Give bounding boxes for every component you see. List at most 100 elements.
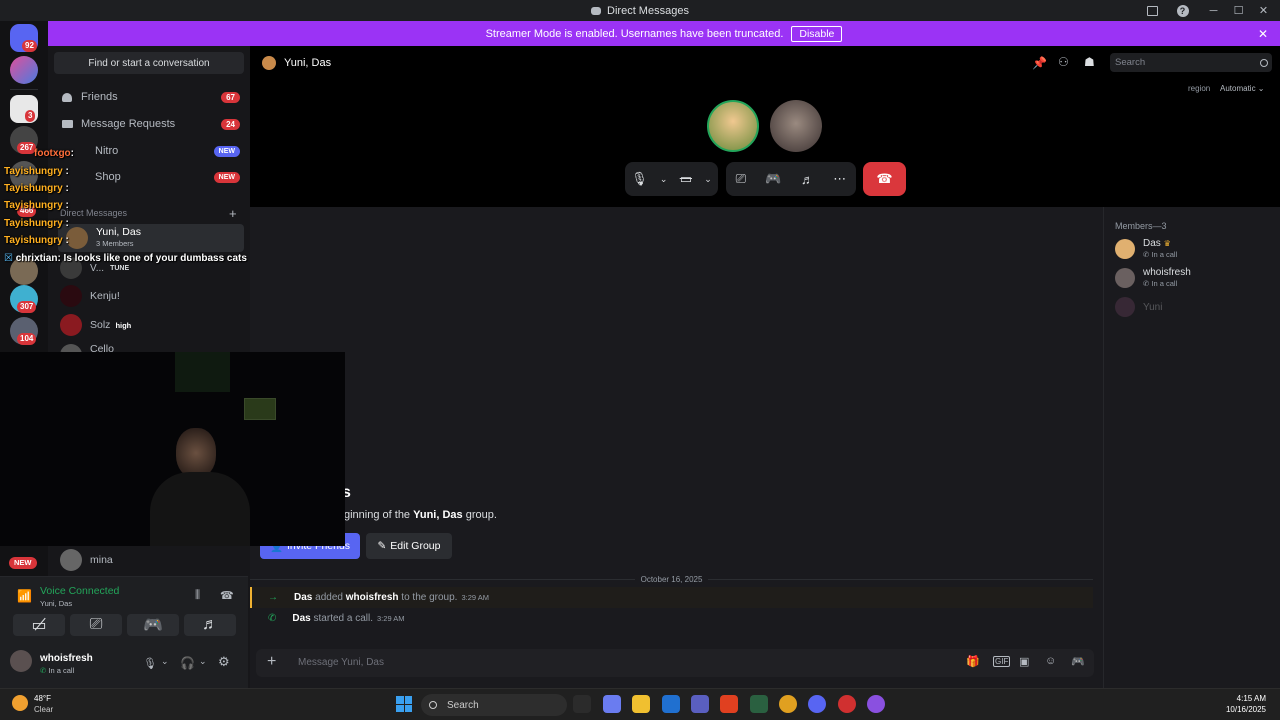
avatar <box>60 314 82 336</box>
server-icon[interactable] <box>10 56 38 84</box>
app-icon[interactable] <box>867 695 885 713</box>
windows-start-icon[interactable] <box>396 696 412 712</box>
title-bar: Direct Messages ? ─ ☐ ✕ <box>0 0 1280 21</box>
teams-icon[interactable] <box>691 695 709 713</box>
app-icon[interactable] <box>750 695 768 713</box>
webcam-background <box>175 352 230 392</box>
disable-button[interactable]: Disable <box>791 25 843 42</box>
inbox-icon[interactable] <box>1140 0 1165 21</box>
create-dm-icon[interactable]: + <box>229 206 237 221</box>
arrow-right-icon: → <box>268 592 278 603</box>
message-actor[interactable]: Das <box>292 613 310 624</box>
voice-channel[interactable]: Yuni, Das <box>40 599 72 608</box>
chevron-down-icon[interactable]: ⌄ <box>660 174 668 185</box>
participant-avatar[interactable] <box>770 100 822 152</box>
chrome-icon[interactable] <box>838 695 856 713</box>
task-view-icon[interactable] <box>573 695 591 713</box>
minimize-button[interactable]: ─ <box>1201 0 1226 21</box>
search-input[interactable]: Search <box>1110 53 1272 72</box>
screen-share-icon[interactable]: ⎚ <box>736 171 746 187</box>
envelope-icon <box>60 117 74 131</box>
nav-message-requests[interactable]: Message Requests 24 <box>60 113 240 135</box>
gift-icon[interactable]: 🎁 <box>966 655 980 668</box>
overlay-user: Tayishungry <box>4 166 63 177</box>
discord-taskbar-icon[interactable] <box>808 695 826 713</box>
hangup-icon: ☎ <box>876 171 893 186</box>
maximize-button[interactable]: ☐ <box>1226 0 1251 21</box>
member-item[interactable]: Das ♛ ✆ In a call <box>1115 236 1177 262</box>
member-status-text: In a call <box>1151 250 1178 259</box>
emoji-icon[interactable]: ☺ <box>1045 655 1056 667</box>
member-item[interactable]: Yuni <box>1115 294 1162 320</box>
chevron-down-icon[interactable]: ⌄ <box>704 174 712 185</box>
pin-icon[interactable]: 📌 <box>1032 56 1047 70</box>
dm-item-group[interactable]: Yuni, Das 3 Members <box>58 224 244 252</box>
soundboard-icon[interactable]: ♬ <box>801 172 814 187</box>
voice-status[interactable]: Voice Connected <box>40 585 119 597</box>
microphone-icon[interactable]: 🎙 <box>143 657 157 670</box>
message-input[interactable]: + Message Yuni, Das 🎁 GIF ▣ ☺ 🎮 <box>256 649 1094 677</box>
weather-desc[interactable]: Clear <box>34 705 53 714</box>
message-actor[interactable]: Das <box>294 592 312 603</box>
taskbar-search[interactable]: Search <box>421 694 567 716</box>
clock-time: 4:15 AM <box>1236 694 1266 703</box>
dm-item[interactable]: Cello <box>58 340 244 352</box>
intro-group: Yuni, Das <box>413 509 463 521</box>
microphone-icon[interactable]: 🎙 <box>631 171 648 187</box>
banner-text: Streamer Mode is enabled. Usernames have… <box>485 27 784 40</box>
user-avatar[interactable] <box>10 650 32 672</box>
weather-temp[interactable]: 48°F <box>34 694 51 703</box>
chrome-icon[interactable] <box>779 695 797 713</box>
nav-nitro[interactable]: Nitro NEW <box>60 140 240 162</box>
member-name: Das ♛ <box>1143 238 1177 249</box>
overlay-user: Tayishungry <box>4 218 63 229</box>
attach-icon[interactable]: + <box>267 653 276 671</box>
gif-icon[interactable]: GIF <box>993 656 1011 667</box>
camera-off-icon[interactable]: ▭ <box>680 171 692 187</box>
chevron-down-icon[interactable]: ⌄ <box>199 656 207 667</box>
member-item[interactable]: whoisfresh ✆ In a call <box>1115 265 1191 291</box>
more-icon[interactable]: ⋯ <box>833 171 846 187</box>
copilot-icon[interactable] <box>603 695 621 713</box>
overlay-user: chrixtian <box>15 253 58 264</box>
clock[interactable]: 4:15 AM 10/16/2025 <box>1226 693 1266 715</box>
region-select[interactable]: Automatic ⌄ <box>1220 84 1265 93</box>
weather-icon[interactable] <box>12 695 28 711</box>
overlay-text: : <box>65 235 69 246</box>
participant-avatar[interactable] <box>707 100 759 152</box>
noise-suppression-icon[interactable]: ⫼ <box>195 589 200 602</box>
screen-share-button[interactable]: ⎚ <box>70 614 122 636</box>
banner-close-icon[interactable]: ✕ <box>1258 27 1268 41</box>
file-explorer-icon[interactable] <box>632 695 650 713</box>
disconnect-button[interactable]: ☎ <box>863 162 906 196</box>
member-status: ✆ In a call <box>1143 279 1178 288</box>
edit-group-button[interactable]: ✎ Edit Group <box>366 533 452 559</box>
brave-icon[interactable] <box>720 695 738 713</box>
member-list-icon[interactable]: ☗ <box>1084 55 1095 69</box>
settings-gear-icon[interactable]: ⚙ <box>218 654 230 670</box>
add-friend-icon[interactable]: ⚇ <box>1058 55 1069 69</box>
chevron-down-icon[interactable]: ⌄ <box>161 656 169 667</box>
message-target[interactable]: whoisfresh <box>346 592 399 603</box>
nav-shop[interactable]: Shop NEW <box>60 166 240 188</box>
user-name[interactable]: whoisfresh <box>40 653 93 664</box>
apps-icon[interactable]: 🎮 <box>1071 655 1085 668</box>
disconnect-icon[interactable]: ☎ <box>220 589 234 602</box>
headphones-icon[interactable]: 🎧 <box>180 656 195 670</box>
region-value: Automatic <box>1220 84 1256 93</box>
dm-item[interactable]: Solz high <box>58 311 244 339</box>
activities-icon[interactable]: 🎮 <box>765 171 781 187</box>
soundboard-button[interactable]: ♬ <box>184 614 236 636</box>
dm-item[interactable]: mina <box>58 546 244 574</box>
find-conversation-button[interactable]: Find or start a conversation <box>54 52 244 74</box>
activity-button[interactable]: 🎮 <box>127 614 179 636</box>
nav-friends[interactable]: Friends 67 <box>60 86 240 108</box>
camera-toggle-button[interactable]: ▭̸ <box>13 614 65 636</box>
help-icon[interactable]: ? <box>1170 0 1195 21</box>
streamer-mode-banner: Streamer Mode is enabled. Usernames have… <box>48 21 1280 46</box>
channel-header: Yuni, Das 📌 ⚇ ☗ Search <box>250 46 1280 80</box>
sticker-icon[interactable]: ▣ <box>1019 655 1029 668</box>
dm-item[interactable]: Kenju! <box>58 282 244 310</box>
store-icon[interactable] <box>662 695 680 713</box>
close-window-button[interactable]: ✕ <box>1251 0 1276 21</box>
